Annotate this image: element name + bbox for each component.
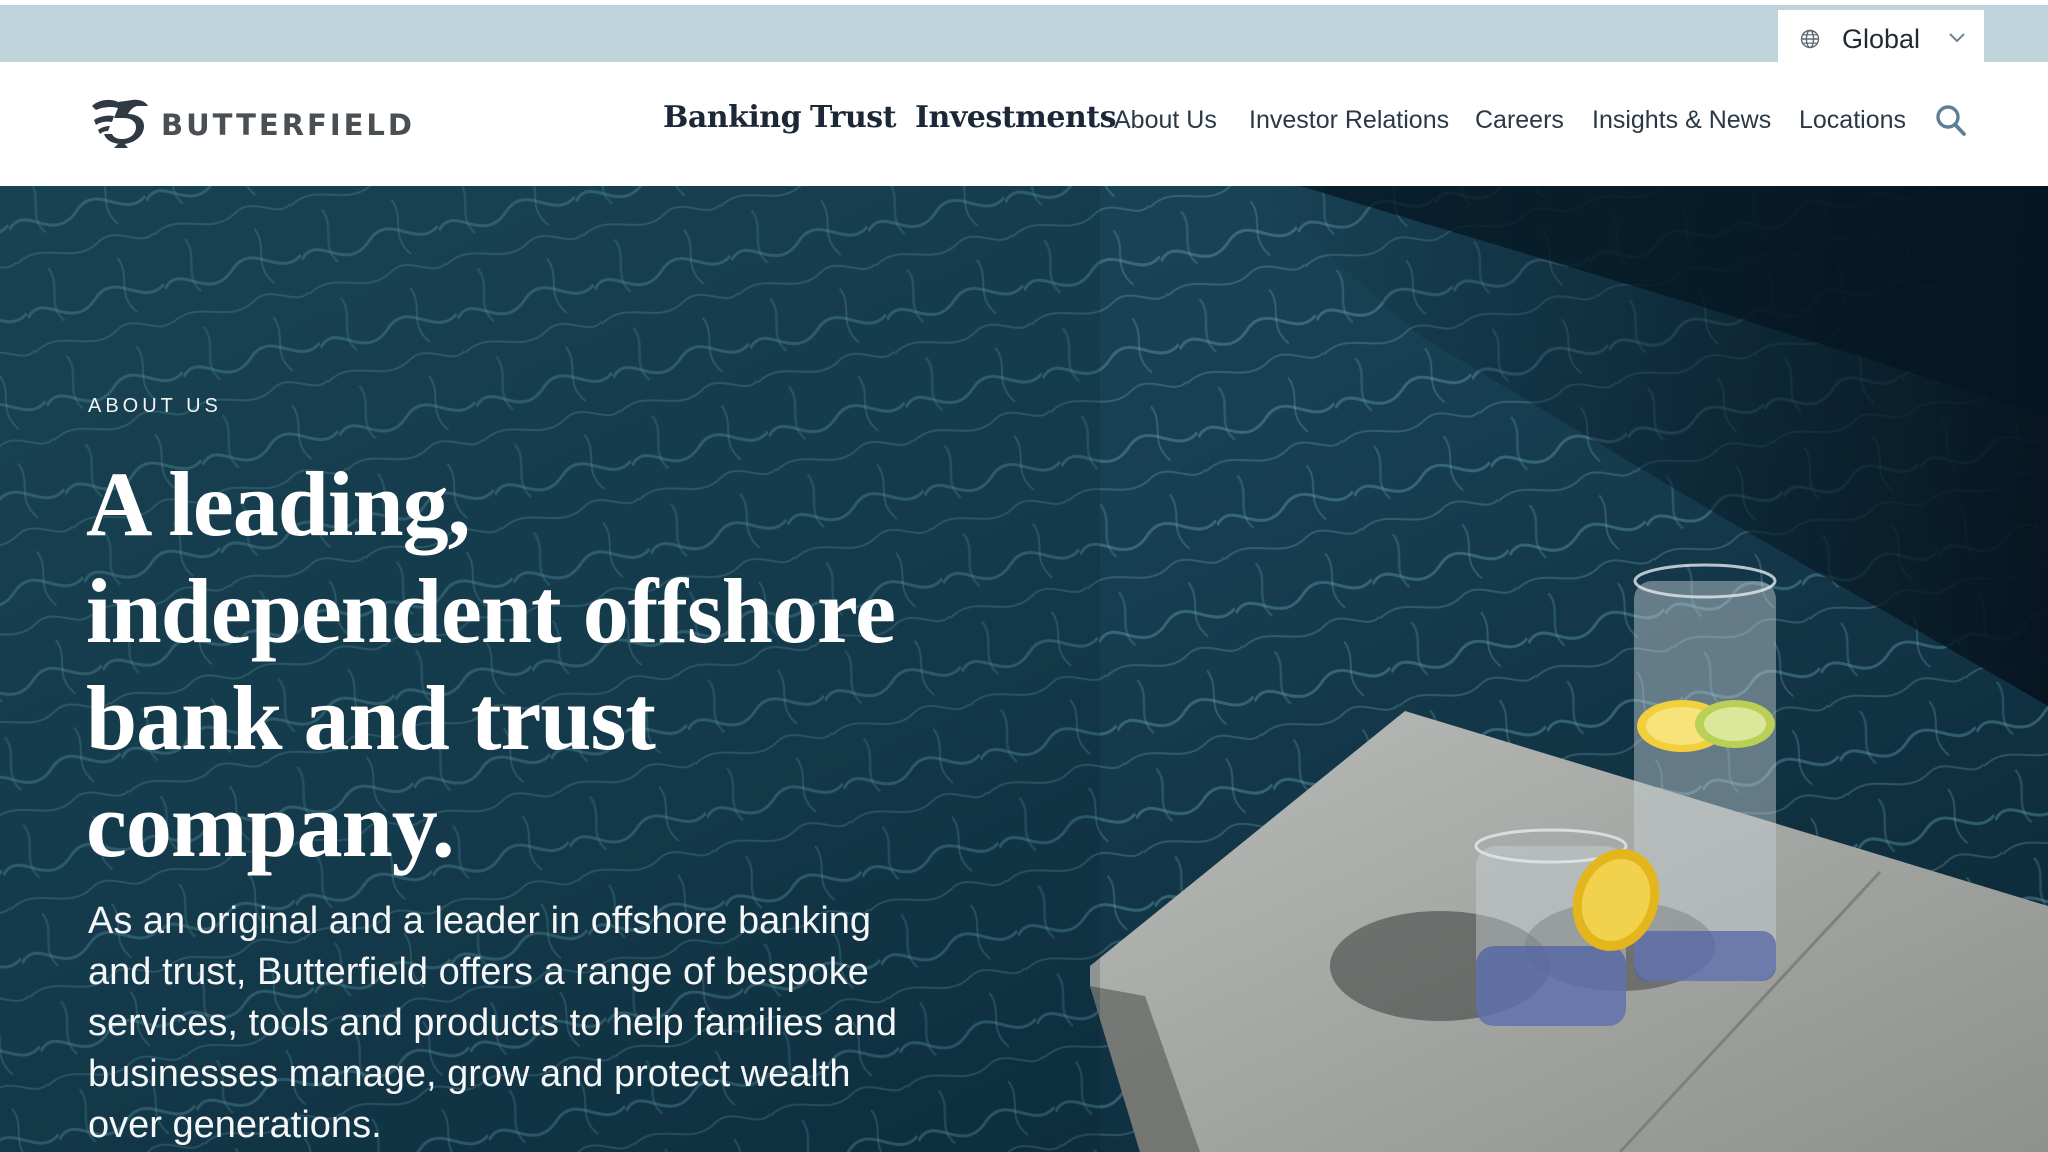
- nav-about-us[interactable]: About Us: [1114, 106, 1217, 135]
- nav-locations[interactable]: Locations: [1799, 106, 1906, 135]
- nav-investor-relations[interactable]: Investor Relations: [1249, 106, 1449, 135]
- region-label: Global: [1842, 24, 1921, 54]
- nav-investments[interactable]: Investments: [915, 100, 1117, 135]
- brand-logo[interactable]: BUTTERFIELD: [88, 96, 412, 152]
- nav-insights-news[interactable]: Insights & News: [1592, 106, 1771, 135]
- nav-banking[interactable]: Banking: [663, 100, 802, 135]
- globe-icon: [1800, 29, 1820, 49]
- hero-eyebrow: ABOUT US: [88, 395, 222, 417]
- search-icon[interactable]: [1935, 104, 1967, 138]
- nav-trust[interactable]: Trust: [810, 100, 897, 135]
- chevron-down-icon: [1949, 33, 1965, 43]
- main-nav: BUTTERFIELD Banking Trust Investments Ab…: [0, 62, 2048, 186]
- region-selector[interactable]: Global: [1778, 10, 1984, 67]
- griffin-logo-icon: [92, 99, 148, 148]
- brand-wordmark: BUTTERFIELD: [161, 108, 415, 142]
- utility-bar: Global: [0, 5, 2048, 67]
- nav-careers[interactable]: Careers: [1475, 106, 1564, 135]
- hero-headline: A leading, independent offshore bank and…: [86, 453, 896, 876]
- hero-body-text: As an original and a leader in offshore …: [88, 900, 897, 1146]
- hero-section: ABOUT US A leading, independent offshore…: [0, 186, 2048, 1152]
